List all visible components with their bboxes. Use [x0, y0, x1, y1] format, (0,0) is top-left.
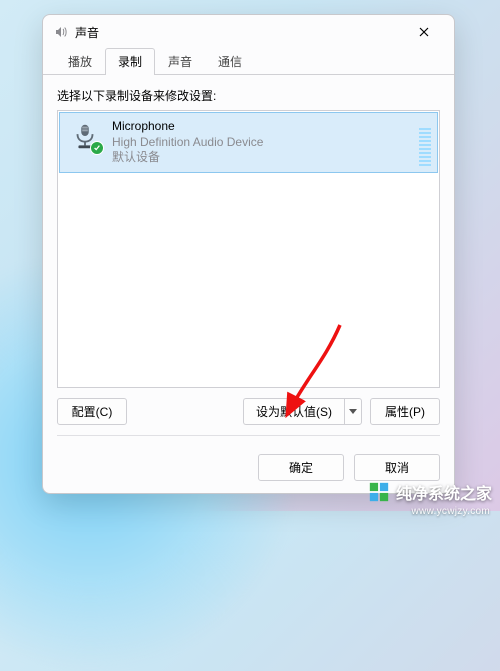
sound-dialog: 声音 播放 录制 声音 通信 选择以下录制设备来修改设置: [42, 14, 455, 494]
close-button[interactable] [404, 17, 444, 47]
device-list[interactable]: Microphone High Definition Audio Device … [57, 110, 440, 388]
watermark-text: 纯净系统之家 [396, 480, 492, 504]
watermark-logo-icon [368, 481, 390, 503]
tabstrip: 播放 录制 声音 通信 [43, 49, 454, 75]
panel-prompt: 选择以下录制设备来修改设置: [57, 87, 440, 104]
window-title: 声音 [75, 24, 99, 41]
tab-communications[interactable]: 通信 [205, 48, 255, 75]
microphone-icon [68, 119, 102, 153]
watermark-url: www.ycwjzy.com [412, 506, 490, 517]
panel-button-row: 配置(C) 设为默认值(S) 属性(P) [57, 398, 440, 425]
properties-button[interactable]: 属性(P) [370, 398, 440, 425]
device-text: Microphone High Definition Audio Device … [112, 119, 263, 166]
device-status: 默认设备 [112, 150, 263, 166]
level-meter [419, 119, 431, 166]
cancel-button[interactable]: 取消 [354, 454, 440, 481]
tab-playback[interactable]: 播放 [55, 48, 105, 75]
divider [57, 435, 440, 436]
set-default-button[interactable]: 设为默认值(S) [243, 398, 344, 425]
default-check-icon [90, 141, 104, 155]
device-subtitle: High Definition Audio Device [112, 135, 263, 151]
device-list-item[interactable]: Microphone High Definition Audio Device … [59, 112, 438, 173]
watermark: 纯净系统之家 [368, 480, 492, 504]
ok-button[interactable]: 确定 [258, 454, 344, 481]
configure-button[interactable]: 配置(C) [57, 398, 127, 425]
titlebar: 声音 [43, 15, 454, 49]
recording-panel: 选择以下录制设备来修改设置: [43, 75, 454, 444]
device-name: Microphone [112, 119, 263, 135]
set-default-split-button[interactable]: 设为默认值(S) [243, 398, 362, 425]
set-default-dropdown[interactable] [344, 398, 362, 425]
tab-sounds[interactable]: 声音 [155, 48, 205, 75]
tab-recording[interactable]: 录制 [105, 48, 155, 75]
sound-icon [53, 24, 69, 40]
